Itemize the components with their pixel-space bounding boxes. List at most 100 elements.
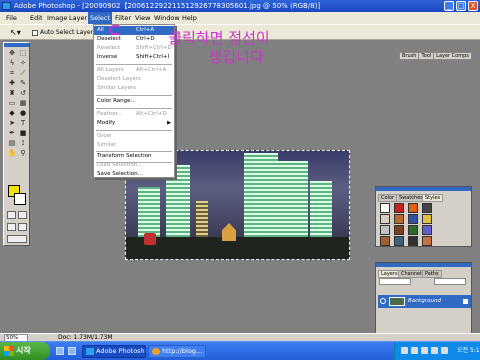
taskbar-clock: 오전 5:17: [457, 347, 480, 354]
tray-ime-icon[interactable]: [431, 347, 438, 354]
stamp-icon[interactable]: ♜: [7, 89, 17, 98]
tab-color[interactable]: Color: [378, 194, 398, 202]
tray-volume-icon[interactable]: [411, 347, 418, 354]
menu-option-save-selection[interactable]: Save Selection...: [94, 170, 174, 179]
quick-mask-icon[interactable]: [18, 211, 27, 219]
style-swatch[interactable]: [422, 203, 432, 213]
menu-image[interactable]: Image: [45, 12, 69, 24]
opacity-field[interactable]: [434, 278, 466, 285]
history-brush-icon[interactable]: ↺: [18, 89, 28, 98]
style-swatch[interactable]: [380, 225, 390, 235]
layer-row-background[interactable]: Background: [378, 295, 471, 308]
style-swatch[interactable]: [422, 236, 432, 246]
hand-icon[interactable]: ✋: [7, 149, 17, 158]
window-title: Adobe Photoshop - [20090902【200612292211…: [14, 2, 321, 10]
style-swatch[interactable]: [422, 225, 432, 235]
style-swatch[interactable]: [408, 236, 418, 246]
menu-option-transform-selection[interactable]: Transform Selection: [94, 152, 174, 161]
style-swatch[interactable]: [394, 236, 404, 246]
eraser-icon[interactable]: ▭: [7, 99, 17, 108]
move-icon[interactable]: ✥: [7, 49, 17, 58]
path-select-icon[interactable]: ➤: [7, 119, 17, 128]
maximize-button[interactable]: □: [456, 1, 466, 11]
eyedropper-icon[interactable]: ⟟: [18, 139, 28, 148]
tab-styles[interactable]: Styles: [422, 194, 444, 202]
menu-option-deselect-layers[interactable]: Deselect Layers: [94, 75, 174, 84]
notes-icon[interactable]: ▤: [7, 139, 17, 148]
tab-paths[interactable]: Paths: [422, 270, 442, 278]
healing-icon[interactable]: ✚: [7, 79, 17, 88]
style-swatch[interactable]: [394, 203, 404, 213]
style-swatch[interactable]: [408, 203, 418, 213]
window-titlebar[interactable]: Adobe Photoshop - [20090902【200612292211…: [0, 0, 480, 12]
styles-panel-header[interactable]: [376, 187, 471, 191]
brush-icon[interactable]: ✎: [18, 79, 28, 88]
building-right-2: [278, 161, 308, 239]
taskbar-item-photoshop[interactable]: Adobe Photoshop ...: [82, 345, 146, 358]
magic-wand-icon[interactable]: ✧: [18, 59, 28, 68]
marquee-icon[interactable]: ⬚: [18, 49, 28, 58]
screen-mode-standard-icon[interactable]: [7, 223, 16, 231]
style-swatch[interactable]: [380, 203, 390, 213]
start-button[interactable]: 시작: [0, 342, 50, 360]
tray-security-icon[interactable]: [421, 347, 428, 354]
menu-option-grow[interactable]: Grow: [94, 132, 174, 141]
menu-option-load-selection[interactable]: Load Selection...: [94, 161, 174, 170]
menu-option-color-range[interactable]: Color Range...: [94, 97, 174, 106]
style-swatch[interactable]: [380, 214, 390, 224]
dodge-icon[interactable]: ●: [18, 109, 28, 118]
taskbar-item-browser[interactable]: http://blog...: [148, 345, 206, 358]
blend-mode-select[interactable]: [379, 278, 411, 285]
menu-option-similar[interactable]: Similar: [94, 141, 174, 150]
menu-view[interactable]: View: [133, 12, 152, 24]
menu-option-feather[interactable]: Feather... Alt+Ctrl+D: [94, 110, 174, 119]
windows-taskbar: 시작 Adobe Photoshop ... http://blog... 오전…: [0, 341, 480, 360]
menu-layer[interactable]: Layer: [67, 12, 89, 24]
menu-option-all-layers[interactable]: All Layers Alt+Ctrl+A: [94, 66, 174, 75]
menu-filter[interactable]: Filter: [113, 12, 133, 24]
tool-preset-picker[interactable]: ↖▾: [10, 28, 24, 38]
menu-option-modify[interactable]: Modify ▶: [94, 119, 174, 128]
layers-panel-header[interactable]: [376, 263, 471, 267]
auto-select-option[interactable]: Auto Select Layer: [32, 29, 93, 36]
tray-network-icon[interactable]: [401, 347, 408, 354]
menu-window[interactable]: Window: [152, 12, 182, 24]
auto-select-checkbox[interactable]: [32, 29, 38, 36]
background-color-swatch[interactable]: [14, 193, 26, 205]
eye-visibility-icon[interactable]: [380, 298, 386, 304]
minimize-button[interactable]: _: [444, 1, 454, 11]
lasso-icon[interactable]: ϟ: [7, 59, 17, 68]
style-swatch[interactable]: [394, 225, 404, 235]
menu-file[interactable]: File: [4, 12, 19, 24]
gradient-icon[interactable]: ▦: [18, 99, 28, 108]
well-tab-tool[interactable]: Tool: [418, 52, 435, 60]
style-swatch[interactable]: [394, 214, 404, 224]
crop-icon[interactable]: ⌗: [7, 69, 17, 78]
quicklaunch-ie-icon[interactable]: [56, 347, 64, 355]
standard-mode-icon[interactable]: [7, 211, 16, 219]
style-swatch[interactable]: [408, 214, 418, 224]
style-swatch[interactable]: [380, 236, 390, 246]
layers-panel: Layers Channels Paths Background: [375, 262, 472, 341]
close-button[interactable]: X: [468, 1, 478, 11]
quicklaunch-desktop-icon[interactable]: [68, 347, 76, 355]
style-swatch[interactable]: [408, 225, 418, 235]
slice-icon[interactable]: ⟋: [18, 69, 28, 78]
building-left: [138, 187, 160, 239]
zoom-icon[interactable]: ⚲: [18, 149, 28, 158]
well-tab-brush[interactable]: Brush: [399, 52, 420, 60]
menu-option-similar-layers[interactable]: Similar Layers: [94, 84, 174, 93]
pen-icon[interactable]: ✒: [7, 129, 17, 138]
menu-select[interactable]: Select: [88, 12, 113, 24]
well-tab-layer-comps[interactable]: Layer Comps: [433, 52, 472, 60]
blur-icon[interactable]: ◆: [7, 109, 17, 118]
tray-update-icon[interactable]: [441, 347, 448, 354]
screen-mode-full-icon[interactable]: [18, 223, 27, 231]
jump-to-imageready-icon[interactable]: [7, 235, 27, 243]
type-icon[interactable]: T: [18, 119, 28, 128]
building-small: [196, 201, 208, 239]
style-swatch[interactable]: [422, 214, 432, 224]
shape-icon[interactable]: ■: [18, 129, 28, 138]
menu-help[interactable]: Help: [180, 12, 199, 24]
menu-edit[interactable]: Edit: [28, 12, 45, 24]
